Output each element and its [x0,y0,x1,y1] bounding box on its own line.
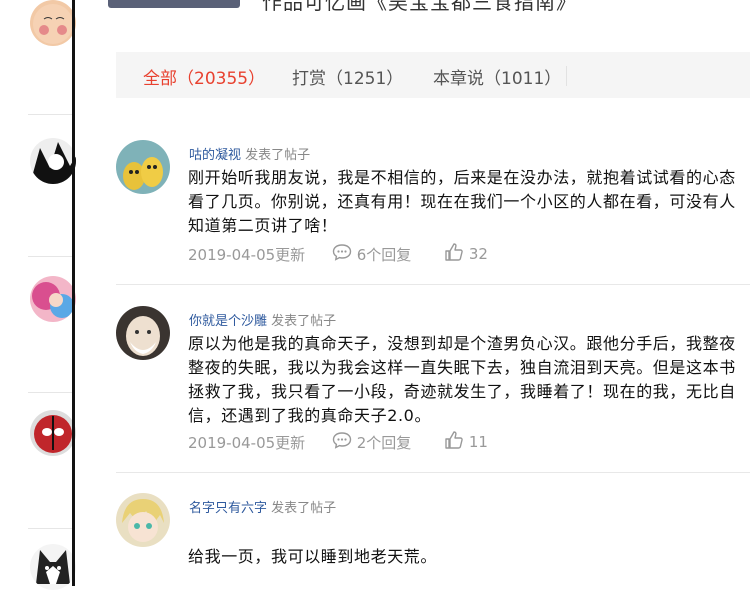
strip-avatar-3[interactable] [30,276,76,322]
comment-footer: 2019-04-05更新 2个回复 11 [188,430,488,454]
comment-body: 原以为他是我的真命天子，没想到却是个渣男负心汉。跟他分手后，我整夜整夜的失眠，我… [188,334,736,425]
comment-date: 2019-04-05更新 [188,433,306,452]
comment-meta: 咕的凝视 发表了帖子 [189,144,310,163]
tab-all[interactable]: 全部（20355） [143,64,265,89]
comment-item: 咕的凝视 发表了帖子 刚开始听我朋友说，我是不相信的，后来是在没办法，就抱着试试… [116,140,750,270]
strip-divider [28,256,74,257]
comment-action: 发表了帖子 [271,501,337,516]
comment-bubble-icon [332,431,352,453]
like-count: 32 [468,245,488,263]
like-button[interactable]: 32 [444,242,488,266]
left-border-line [72,0,75,586]
comment-action: 发表了帖子 [245,148,311,163]
reply-button[interactable]: 6个回复 [332,243,411,265]
comment-meta: 你就是个沙雕 发表了帖子 [189,310,336,329]
comment-body: 刚开始听我朋友说，我是不相信的，后来是在没办法，就抱着试试看的心态看了几页。你别… [188,168,736,235]
user-avatar[interactable] [116,493,170,547]
thumbs-up-icon [444,242,464,266]
tab-separator [566,66,567,86]
comment-body: 给我一页，我可以睡到地老天荒。 [188,547,438,566]
like-button[interactable]: 11 [444,430,488,454]
reply-count: 6个回复 [356,245,412,264]
like-count: 11 [468,433,488,451]
strip-avatar-5[interactable] [30,544,76,590]
comment-username[interactable]: 咕的凝视 [189,148,241,163]
comment-bubble-icon [332,243,352,265]
tab-rewards[interactable]: 打赏（1251） [292,64,403,89]
left-avatar-strip [0,0,76,590]
user-avatar[interactable] [116,306,170,360]
reply-button[interactable]: 2个回复 [332,431,411,453]
reply-count: 2个回复 [356,433,412,452]
comment-item: 你就是个沙雕 发表了帖子 原以为他是我的真命天子，没想到却是个渣男负心汉。跟他分… [116,306,750,466]
comment-tabs: 全部（20355） 打赏（1251） 本章说（1011） [116,52,750,98]
work-title: 作品可忆画《吴宝宝都三食指南》 [262,0,577,14]
strip-divider [28,392,74,393]
strip-divider [28,528,74,529]
comment-action: 发表了帖子 [271,314,337,329]
comment-username[interactable]: 名字只有六字 [189,501,267,516]
strip-avatar-4[interactable] [30,410,76,456]
user-avatar[interactable] [116,140,170,194]
comment-footer: 2019-04-05更新 6个回复 32 [188,242,488,266]
comment-date: 2019-04-05更新 [188,245,306,264]
comment-item: 名字只有六字 发表了帖子 给我一页，我可以睡到地老天荒。 [116,493,750,586]
comment-divider [116,472,750,473]
comment-username[interactable]: 你就是个沙雕 [189,314,267,329]
thumbs-up-icon [444,430,464,454]
comment-divider [116,284,750,285]
strip-avatar-1[interactable] [30,0,76,46]
tab-chapter-comments[interactable]: 本章说（1011） [433,64,561,89]
work-thumbnail[interactable] [108,0,240,8]
strip-divider [28,114,74,115]
strip-avatar-2[interactable] [30,138,76,184]
comment-meta: 名字只有六字 发表了帖子 [189,497,336,516]
